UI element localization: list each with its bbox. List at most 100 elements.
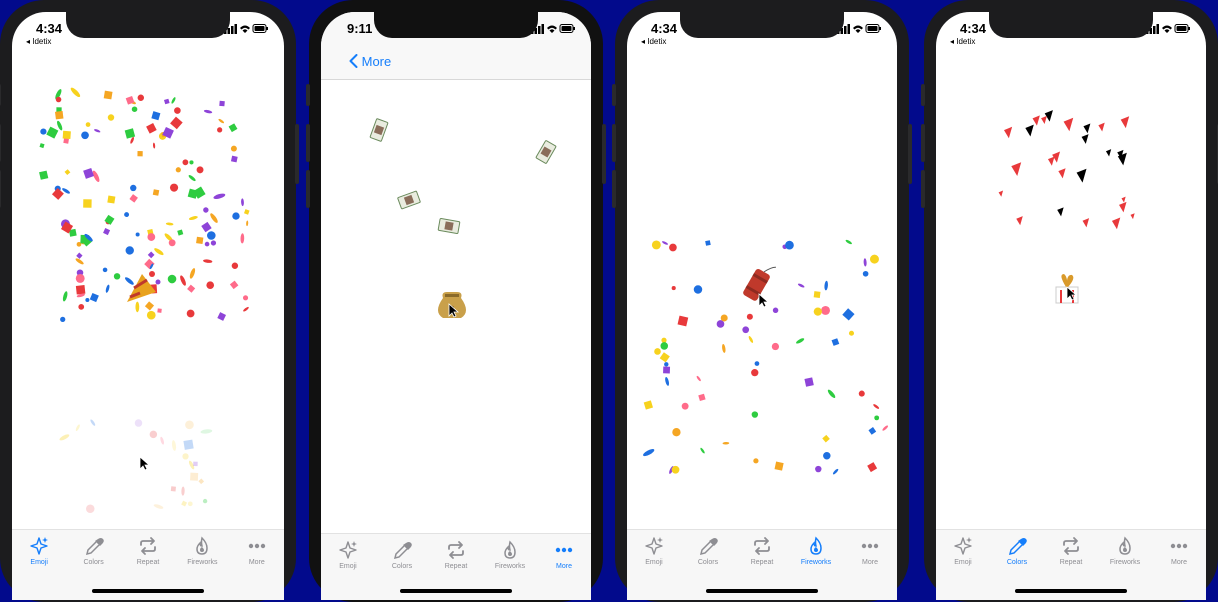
confetti-piece <box>213 193 226 199</box>
confetti-piece <box>665 376 669 386</box>
tab-more[interactable]: More <box>844 536 896 566</box>
repeat-icon <box>1063 537 1079 555</box>
confetti-piece <box>700 447 705 454</box>
confetti-piece <box>153 504 164 509</box>
confetti-piece <box>661 337 667 343</box>
tab-label: Repeat <box>1059 559 1083 566</box>
confetti-piece <box>821 305 830 315</box>
confetti-piece <box>869 254 879 264</box>
confetti-piece <box>1130 213 1135 220</box>
tab-emoji[interactable]: Emoji <box>937 536 989 566</box>
ellipsis-icon <box>555 547 573 553</box>
confetti-piece <box>842 308 855 321</box>
confetti-piece <box>157 308 162 313</box>
confetti-piece <box>78 303 85 310</box>
confetti-piece <box>75 273 85 283</box>
confetti-piece <box>1119 201 1127 213</box>
confetti-piece <box>167 274 177 284</box>
confetti-piece <box>85 297 90 303</box>
screen: More 9:11 $ EmojiColorsRepeatFireworksMo… <box>321 12 591 600</box>
confetti-piece <box>149 430 158 439</box>
flame-icon <box>196 536 209 555</box>
tab-label: Repeat <box>444 563 468 570</box>
confetti-piece <box>746 313 753 320</box>
confetti-piece <box>189 160 194 165</box>
tab-fireworks[interactable]: Fireworks <box>176 536 228 566</box>
confetti-piece <box>240 233 245 244</box>
screen-fireworks: 4:34 ◂ Idetix Emoji Colors Repeat Fireworks… <box>612 0 912 602</box>
confetti-piece <box>183 439 194 450</box>
eyedropper-icon <box>393 542 412 560</box>
tab-label: Colors <box>697 559 719 566</box>
confetti-piece <box>182 159 189 166</box>
confetti-piece <box>219 100 225 107</box>
tab-repeat[interactable]: Repeat <box>1045 536 1097 566</box>
sparkles-icon <box>954 537 972 555</box>
screen: 4:34 ◂ Idetix Emoji Colors Repeat Fireworks… <box>12 12 284 600</box>
confetti-piece <box>1082 218 1090 228</box>
confetti-piece <box>1011 162 1022 177</box>
confetti-piece <box>124 212 130 218</box>
tab-fireworks[interactable]: Fireworks <box>484 540 536 570</box>
screen-colors: 4:34 ◂ Idetix Emoji Colors Repeat Fireworks… <box>921 0 1218 602</box>
tab-more[interactable]: More <box>538 540 590 570</box>
tab-label: Colors <box>1006 559 1028 566</box>
money-bill-icon <box>369 118 389 142</box>
tab-colors[interactable]: Colors <box>682 536 734 566</box>
tab-label: More <box>248 559 265 566</box>
tab-fireworks[interactable]: Fireworks <box>790 536 842 566</box>
confetti-piece <box>203 207 209 213</box>
confetti-piece <box>246 220 249 227</box>
flame-icon <box>1119 536 1131 555</box>
tab-repeat[interactable]: Repeat <box>430 540 482 570</box>
tab-repeat[interactable]: Repeat <box>736 536 788 566</box>
confetti-piece <box>754 361 760 366</box>
tab-more[interactable]: More <box>231 536 283 566</box>
confetti-piece <box>62 130 71 140</box>
confetti-piece <box>229 280 239 290</box>
confetti-piece <box>867 462 878 473</box>
tab-colors[interactable]: Colors <box>68 536 120 566</box>
confetti-piece <box>751 369 759 377</box>
confetti-piece <box>243 209 250 215</box>
confetti-piece <box>187 501 193 507</box>
tab-emoji[interactable]: Emoji <box>322 540 374 570</box>
confetti-piece <box>151 111 161 121</box>
confetti-piece <box>1105 149 1112 157</box>
tab-label: More <box>1171 559 1187 566</box>
confetti-piece <box>1003 126 1013 139</box>
confetti-piece <box>243 306 249 312</box>
screen-more: More 9:11 $ EmojiColorsRepeatFireworksMo… <box>306 0 606 602</box>
tab-repeat[interactable]: Repeat <box>122 536 174 566</box>
confetti-piece <box>813 291 821 298</box>
pointer-cursor-icon <box>139 456 151 471</box>
confetti-piece <box>696 375 701 382</box>
confetti-layer <box>998 110 1135 304</box>
tab-label: More <box>556 563 572 570</box>
sparkles-icon <box>339 541 357 559</box>
confetti-piece <box>171 97 176 104</box>
confetti-piece <box>170 116 183 130</box>
confetti-piece <box>89 292 99 303</box>
tab-more[interactable]: More <box>1153 536 1205 566</box>
confetti-piece <box>751 411 759 418</box>
confetti-piece <box>40 128 47 135</box>
tab-colors[interactable]: Colors <box>991 536 1043 566</box>
confetti-piece <box>671 465 680 474</box>
confetti-piece <box>130 184 137 192</box>
tab-emoji[interactable]: Emoji <box>628 536 680 566</box>
confetti-piece <box>671 286 676 291</box>
confetti-piece <box>125 277 134 285</box>
confetti-piece <box>188 175 196 182</box>
confetti-piece <box>190 472 199 481</box>
confetti-piece <box>137 151 143 157</box>
tab-label: Fireworks <box>494 563 526 570</box>
tab-fireworks[interactable]: Fireworks <box>1099 536 1151 566</box>
confetti-piece <box>105 284 110 293</box>
money-layer: $ <box>369 118 557 318</box>
tab-colors[interactable]: Colors <box>376 540 428 570</box>
confetti-piece <box>94 129 101 133</box>
home-indicator <box>92 589 204 593</box>
confetti-piece <box>1025 124 1034 137</box>
tab-emoji[interactable]: Emoji <box>13 536 65 566</box>
